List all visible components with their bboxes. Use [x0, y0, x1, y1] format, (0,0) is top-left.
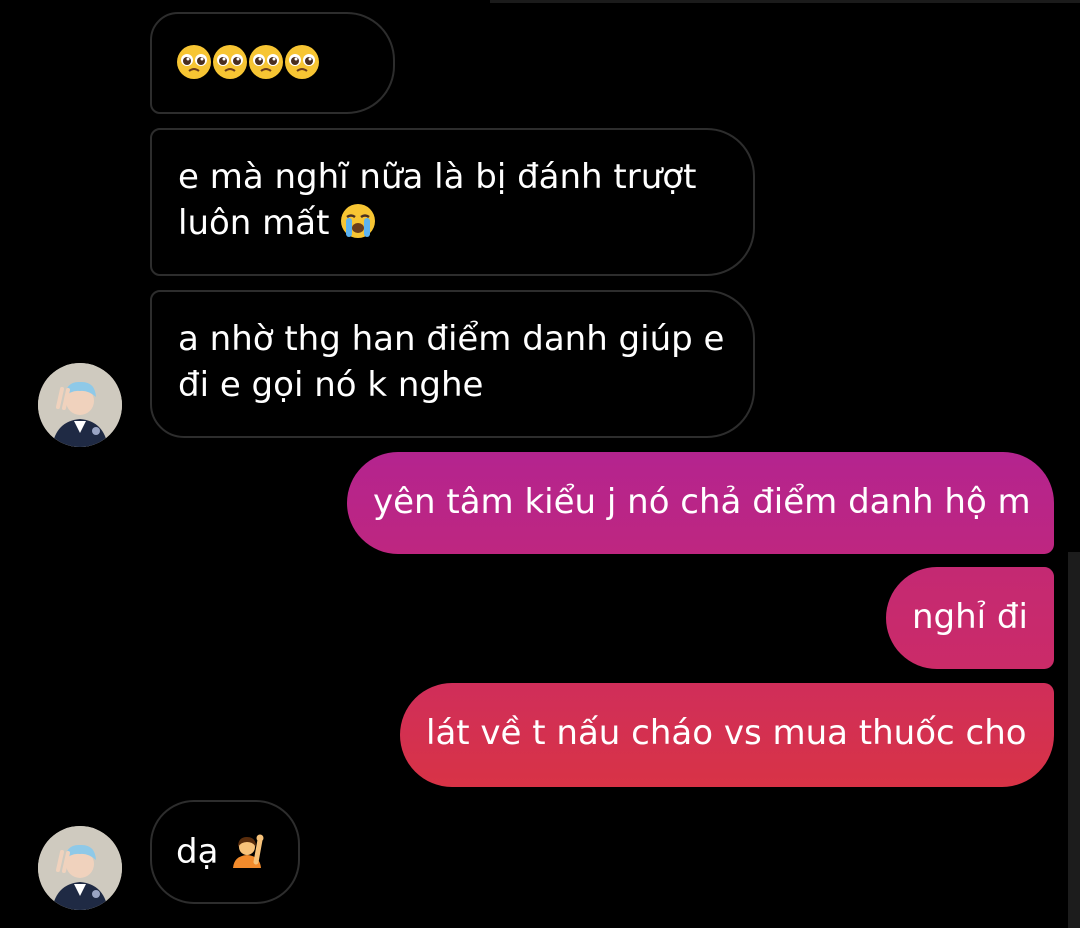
incoming-message-bubble[interactable]: dạ — [150, 800, 300, 904]
pleading-face-icon — [176, 44, 212, 80]
loudly-crying-face-icon — [340, 203, 376, 239]
message-text-line: e mà nghĩ nữa là bị đánh trượt — [178, 157, 697, 197]
incoming-message-bubble[interactable]: a nhờ thg han điểm danh giúp e đi e gọi … — [150, 290, 755, 438]
incoming-message-bubble[interactable] — [150, 12, 395, 114]
message-text-line: đi e gọi nó k nghe — [178, 365, 484, 405]
message-text-line: a nhờ thg han điểm danh giúp e — [178, 319, 725, 359]
message-text: dạ — [176, 832, 219, 872]
pleading-face-icon — [284, 44, 320, 80]
message-text: luôn mất — [178, 203, 330, 243]
message-text-line: luôn mất — [178, 200, 727, 246]
outgoing-message-bubble[interactable]: yên tâm kiểu j nó chả điểm danh hộ m — [347, 452, 1054, 554]
person-raising-hand-icon — [229, 832, 265, 868]
incoming-message-bubble[interactable]: e mà nghĩ nữa là bị đánh trượt luôn mất — [150, 128, 755, 276]
outgoing-message-bubble[interactable]: lát về t nấu cháo vs mua thuốc cho — [400, 683, 1054, 787]
pleading-face-icon — [248, 44, 284, 80]
pleading-face-icon — [212, 44, 248, 80]
scrollbar[interactable] — [1068, 552, 1080, 928]
top-divider — [490, 0, 1080, 3]
chat-thread[interactable]: e mà nghĩ nữa là bị đánh trượt luôn mất … — [0, 0, 1080, 928]
contact-avatar[interactable] — [38, 363, 122, 447]
contact-avatar[interactable] — [38, 826, 122, 910]
outgoing-message-bubble[interactable]: nghỉ đi — [886, 567, 1054, 669]
